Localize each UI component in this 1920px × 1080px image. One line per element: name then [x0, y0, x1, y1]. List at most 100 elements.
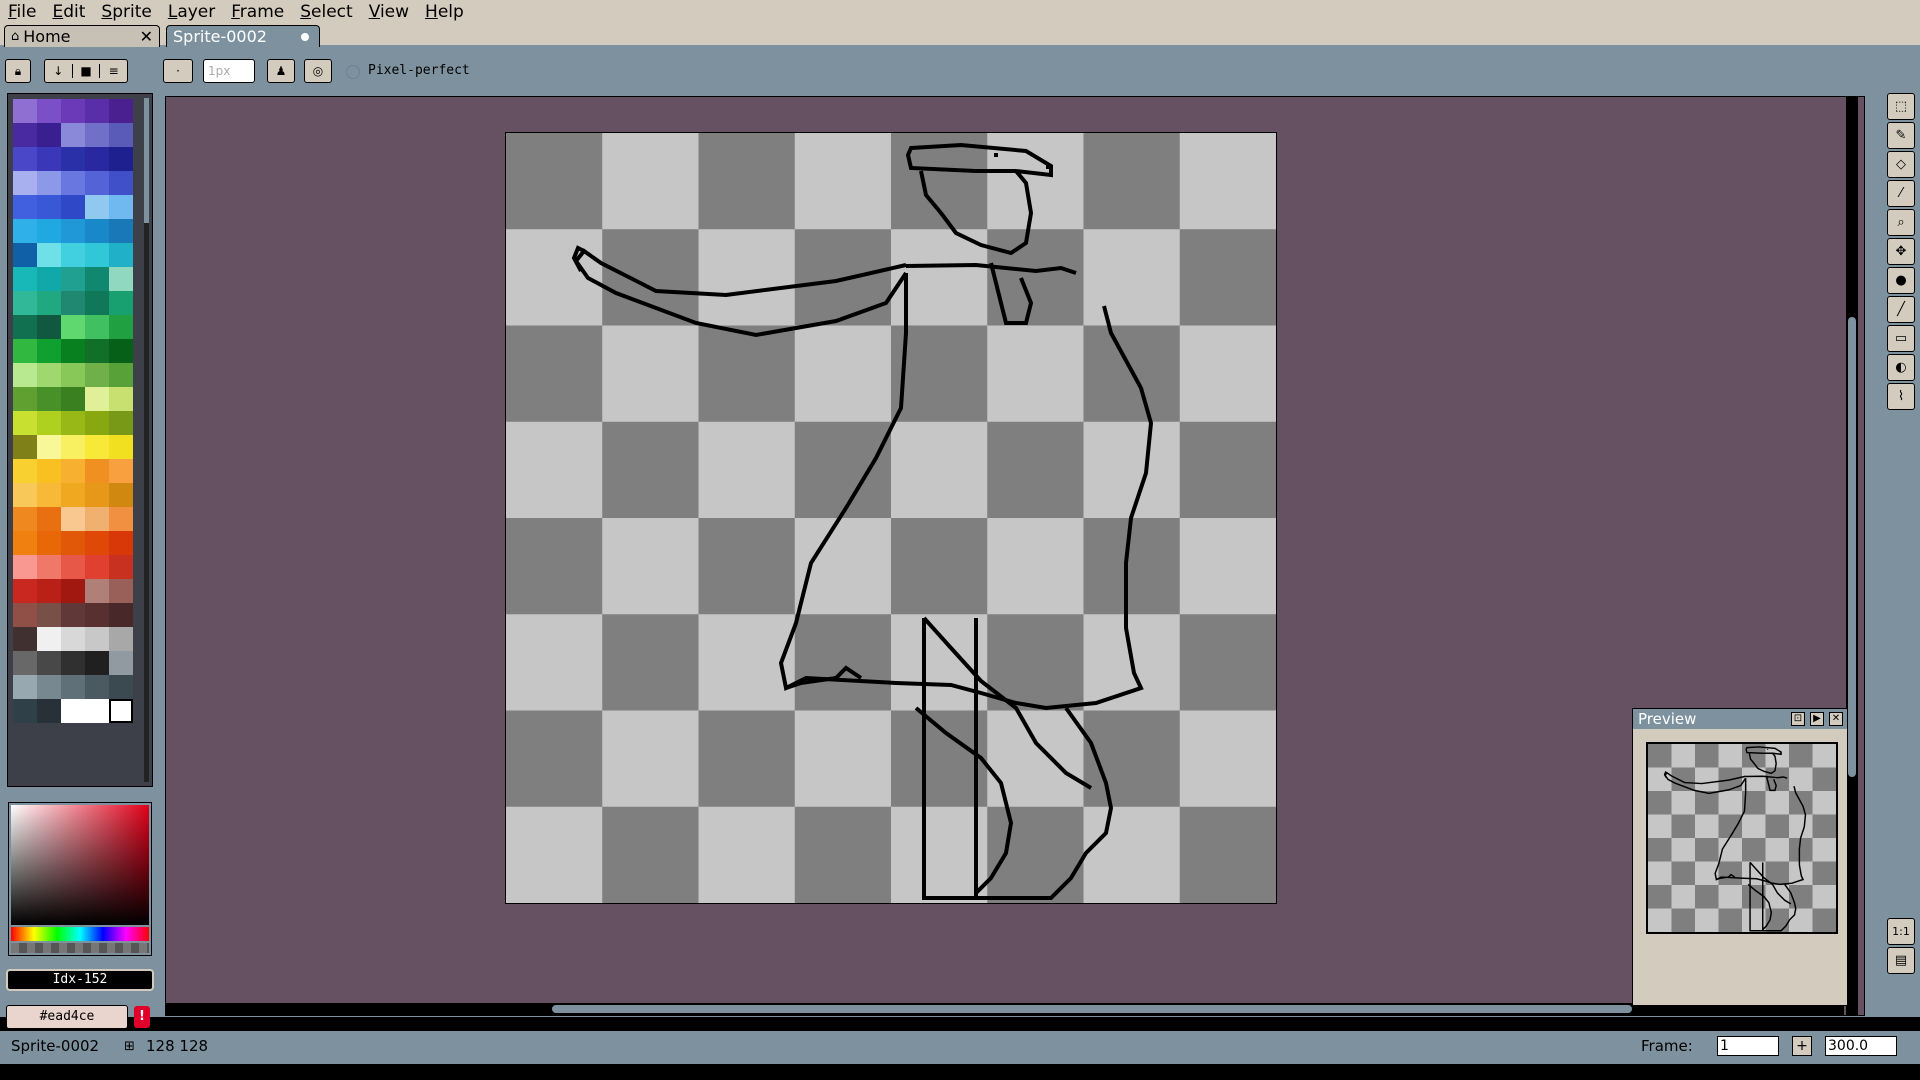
palette-swatch[interactable] [61, 459, 85, 483]
palette-swatch[interactable] [37, 579, 61, 603]
tool-rectangle[interactable]: ▭ [1887, 325, 1915, 352]
vertical-scroll-thumb[interactable] [1848, 317, 1856, 777]
palette-swatch[interactable] [109, 363, 133, 387]
palette-swatch[interactable] [13, 267, 37, 291]
palette-swatch[interactable] [109, 267, 133, 291]
hex-color-field[interactable]: #ead4ce [6, 1005, 128, 1029]
palette-swatch[interactable] [37, 243, 61, 267]
palette-swatch[interactable] [37, 195, 61, 219]
hue-slider[interactable] [11, 927, 149, 941]
palette-swatch[interactable] [109, 627, 133, 651]
tool-pencil[interactable]: ✎ [1887, 122, 1915, 149]
palette-swatch[interactable] [37, 387, 61, 411]
palette-swatch[interactable] [85, 267, 109, 291]
palette-swatch[interactable] [37, 147, 61, 171]
horizontal-scrollbar[interactable] [166, 1003, 1844, 1015]
palette-swatch[interactable] [61, 579, 85, 603]
palette-swatch[interactable] [61, 363, 85, 387]
square-icon[interactable]: ■ [73, 64, 101, 78]
horizontal-scroll-thumb[interactable] [552, 1005, 1632, 1013]
palette-swatch[interactable] [61, 699, 85, 723]
palette-swatch[interactable] [61, 315, 85, 339]
palette-swatch[interactable] [13, 483, 37, 507]
palette-swatch[interactable] [13, 99, 37, 123]
palette-swatch[interactable] [37, 219, 61, 243]
palette-swatch[interactable] [37, 459, 61, 483]
palette-swatch[interactable] [13, 219, 37, 243]
palette-swatch[interactable] [61, 171, 85, 195]
palette-swatch[interactable] [109, 411, 133, 435]
palette-scrollbar[interactable] [144, 98, 149, 782]
palette-swatch[interactable] [61, 651, 85, 675]
brush-type-button[interactable]: · [163, 59, 193, 83]
tool-rectangular-marquee[interactable]: ⬚ [1887, 93, 1915, 120]
palette-swatch[interactable] [37, 555, 61, 579]
ink-button[interactable]: ♟ [267, 59, 295, 83]
palette-swatch[interactable] [85, 291, 109, 315]
palette-swatch[interactable] [61, 123, 85, 147]
tool-line[interactable]: ╱ [1887, 296, 1915, 323]
frame-add-button[interactable]: + [1792, 1036, 1812, 1056]
palette-swatch[interactable] [13, 195, 37, 219]
tool-blur[interactable]: ⌇ [1887, 383, 1915, 410]
frame-input[interactable]: 1 [1717, 1036, 1779, 1056]
menu-layer[interactable]: Layer [168, 2, 215, 22]
palette-swatch[interactable] [85, 483, 109, 507]
palette-swatch[interactable] [61, 195, 85, 219]
tab-home[interactable]: ⌂ Home ✕ [4, 25, 160, 47]
brush-size-input[interactable]: 1px [203, 59, 255, 83]
palette-swatch[interactable] [109, 171, 133, 195]
tool-zoom[interactable]: ⌕ [1887, 209, 1915, 236]
palette-swatch[interactable] [37, 99, 61, 123]
palette-swatch[interactable] [13, 123, 37, 147]
palette-swatch[interactable] [109, 483, 133, 507]
palette-swatch[interactable] [109, 339, 133, 363]
menu-frame[interactable]: Frame [231, 2, 284, 22]
menu-help[interactable]: Help [425, 2, 464, 22]
palette-swatch[interactable] [85, 555, 109, 579]
palette-swatch[interactable] [61, 291, 85, 315]
palette-swatch[interactable] [13, 459, 37, 483]
palette-swatch[interactable] [85, 531, 109, 555]
palette-swatch[interactable] [13, 339, 37, 363]
palette-swatch[interactable] [61, 387, 85, 411]
palette-swatch[interactable] [13, 291, 37, 315]
palette-swatch[interactable] [85, 651, 109, 675]
palette-swatch[interactable] [85, 219, 109, 243]
palette-swatch[interactable] [37, 699, 61, 723]
palette-swatch[interactable] [37, 627, 61, 651]
palette-swatch[interactable] [61, 267, 85, 291]
preview-center-button[interactable]: ⊡ [1791, 712, 1805, 726]
palette-swatch[interactable] [13, 555, 37, 579]
pixel-perfect-checkbox[interactable] [346, 65, 360, 79]
palette-scroll-thumb[interactable] [144, 98, 149, 223]
preview-close-button[interactable]: ✕ [1829, 712, 1843, 726]
palette-swatch[interactable] [109, 459, 133, 483]
palette-swatch[interactable] [37, 603, 61, 627]
palette-swatch[interactable] [61, 147, 85, 171]
palette-swatch[interactable] [37, 123, 61, 147]
color-index-field[interactable]: Idx-152 [6, 969, 154, 991]
tool-eyedropper[interactable]: ⁄ [1887, 180, 1915, 207]
palette-swatch[interactable] [109, 99, 133, 123]
palette-swatch[interactable] [85, 507, 109, 531]
palette-swatch[interactable] [37, 171, 61, 195]
palette-swatch[interactable] [85, 339, 109, 363]
palette-swatch[interactable] [13, 411, 37, 435]
menu-view[interactable]: View [369, 2, 409, 22]
menu-file[interactable]: File [8, 2, 36, 22]
palette-swatch[interactable] [13, 363, 37, 387]
palette-swatch[interactable] [109, 603, 133, 627]
saturation-value-area[interactable] [11, 805, 149, 925]
palette-swatch[interactable] [85, 627, 109, 651]
palette-swatch[interactable] [61, 675, 85, 699]
palette-swatch[interactable] [109, 291, 133, 315]
palette-swatch[interactable] [37, 531, 61, 555]
menu-edit[interactable]: Edit [52, 2, 85, 22]
palette-swatch[interactable] [37, 483, 61, 507]
palette-swatch[interactable] [109, 387, 133, 411]
palette-swatch[interactable] [13, 627, 37, 651]
palette-swatch[interactable] [37, 267, 61, 291]
palette-swatch[interactable] [13, 651, 37, 675]
palette-swatch[interactable] [85, 579, 109, 603]
